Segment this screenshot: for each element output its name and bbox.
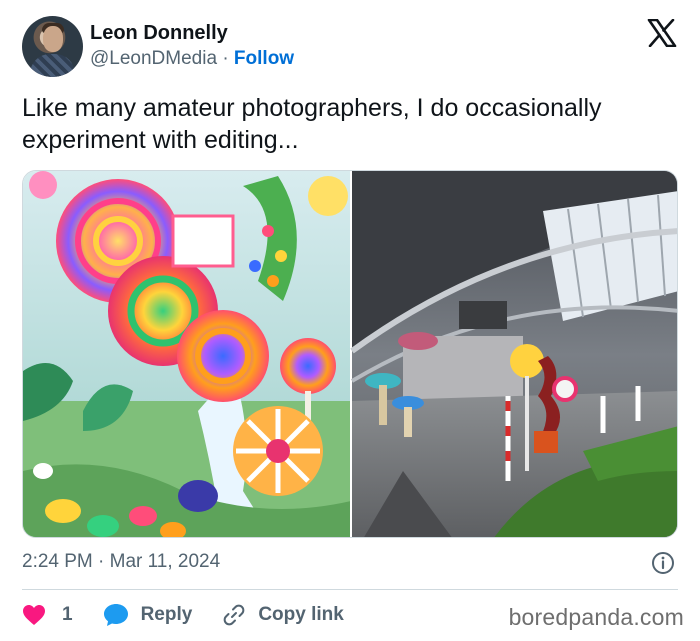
media-image — [23, 171, 677, 537]
author-handle[interactable]: @LeonDMedia — [90, 48, 217, 69]
x-logo-icon[interactable] — [647, 19, 677, 47]
tweet-media[interactable] — [22, 170, 678, 538]
copy-link-button[interactable]: Copy link — [222, 603, 344, 627]
author-meta: @LeonDMedia · Follow — [90, 48, 294, 70]
link-icon — [224, 604, 245, 626]
tweet-timestamp[interactable]: 2:24 PM · Mar 11, 2024 — [22, 551, 220, 573]
reply-label: Reply — [140, 604, 193, 625]
like-count: 1 — [62, 604, 73, 625]
avatar[interactable] — [22, 16, 83, 77]
info-icon[interactable] — [651, 551, 675, 575]
heart-icon — [23, 605, 45, 625]
reply-button[interactable]: Reply — [103, 603, 193, 627]
action-bar: 1 Reply Copy link — [22, 600, 344, 630]
tweet-card: Leon Donnelly @LeonDMedia · Follow Like … — [0, 0, 700, 641]
like-button[interactable]: 1 — [22, 604, 73, 626]
copy-link-label: Copy link — [258, 604, 344, 625]
author-name[interactable]: Leon Donnelly — [90, 22, 228, 45]
follow-button[interactable]: Follow — [234, 48, 294, 69]
speech-bubble-icon — [103, 604, 128, 626]
watermark: boredpanda.com — [508, 604, 684, 630]
tweet-text: Like many amateur photographers, I do oc… — [22, 94, 602, 154]
footer-divider — [22, 589, 678, 590]
meta-separator: · — [222, 48, 229, 69]
